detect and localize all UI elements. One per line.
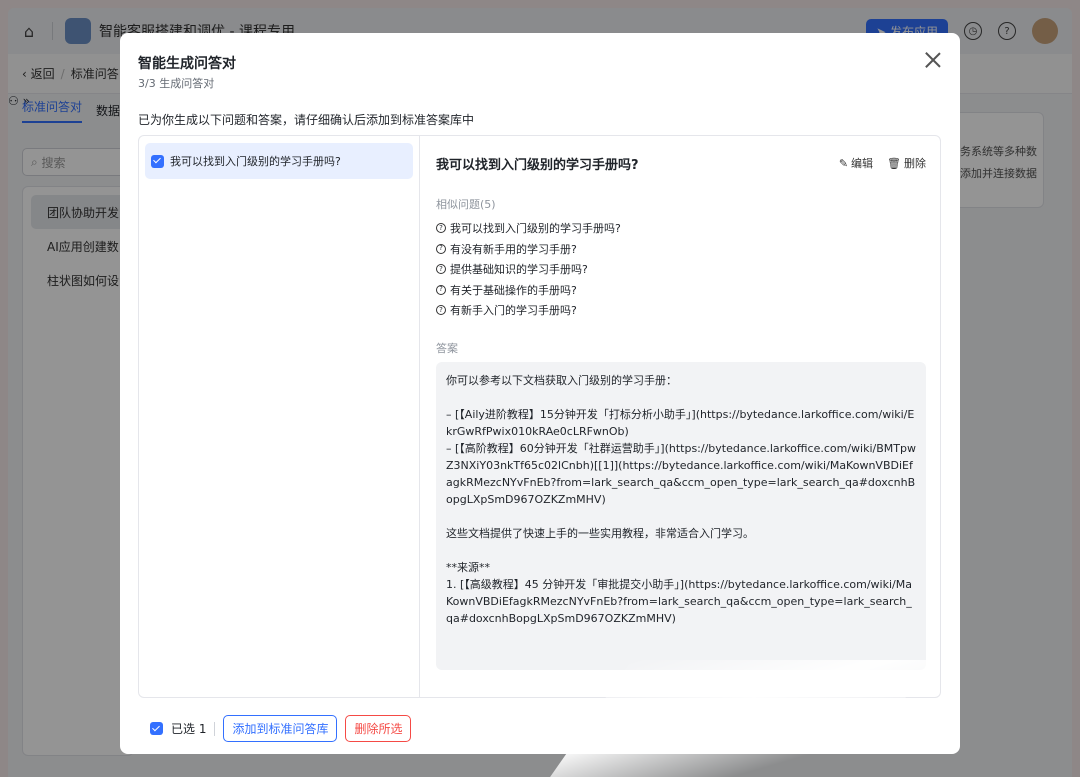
similar-label: 相似问题(5)	[436, 198, 496, 211]
question-circle-icon: ?	[436, 223, 446, 234]
question-list: 我可以找到入门级别的学习手册吗?	[139, 136, 420, 697]
list-item[interactable]: 我可以找到入门级别的学习手册吗?	[145, 143, 413, 179]
add-to-library-button[interactable]: 添加到标准问答库	[223, 715, 338, 742]
detail-actions: ✎ 编辑 🗑 删除	[839, 155, 926, 171]
trash-icon: 🗑	[887, 157, 901, 170]
pencil-icon: ✎	[838, 157, 849, 170]
detail-title: 我可以找到入门级别的学习手册吗?	[436, 158, 639, 173]
dialog-footer: 已选 1 添加到标准问答库 删除所选	[150, 715, 412, 742]
dialog-title: 智能生成问答对	[138, 56, 236, 72]
edit-button[interactable]: ✎ 编辑	[839, 155, 873, 171]
similar-list: ? 我可以找到入门级别的学习手册吗? ? 有没有新手用的学习手册? ? 提供基础知识的…	[436, 218, 621, 321]
close-icon[interactable]	[924, 51, 942, 69]
question-circle-icon: ?	[436, 305, 446, 316]
question-detail: 我可以找到入门级别的学习手册吗? ✎ 编辑 🗑 删除 相似问题(5) ? 我可以找到入…	[436, 136, 926, 697]
answer-text: 你可以参考以下文档获取入门级别的学习手册： – [【Aily进阶教程】15分钟开…	[436, 362, 926, 670]
divider	[214, 721, 216, 736]
delete-selected-button[interactable]: 删除所选	[345, 715, 412, 742]
question-circle-icon: ?	[436, 284, 446, 295]
question-circle-icon: ?	[436, 243, 446, 254]
generate-qa-dialog: 智能生成问答对 3/3 生成问答对 已为你生成以下问题和答案，请仔细确认后添加到…	[120, 33, 960, 754]
similar-question: ? 提供基础知识的学习手册吗?	[436, 259, 621, 280]
selected-count: 已选 1	[171, 722, 207, 736]
select-all-checkbox[interactable]	[150, 722, 163, 735]
delete-button[interactable]: 🗑 删除	[887, 155, 926, 171]
answer-label: 答案	[436, 342, 458, 355]
similar-question: ? 有新手入门的学习手册吗?	[436, 300, 621, 321]
dialog-step: 3/3 生成问答对	[138, 77, 215, 90]
qa-panel: 我可以找到入门级别的学习手册吗? 我可以找到入门级别的学习手册吗? ✎ 编辑 🗑 删…	[138, 135, 941, 698]
question-text: 我可以找到入门级别的学习手册吗?	[170, 155, 341, 168]
similar-question: ? 我可以找到入门级别的学习手册吗?	[436, 218, 621, 239]
similar-question: ? 有关于基础操作的手册吗?	[436, 280, 621, 301]
question-checkbox[interactable]	[151, 154, 164, 168]
question-circle-icon: ?	[436, 264, 446, 275]
similar-question: ? 有没有新手用的学习手册?	[436, 239, 621, 260]
dialog-description: 已为你生成以下问题和答案，请仔细确认后添加到标准答案库中	[138, 113, 475, 127]
